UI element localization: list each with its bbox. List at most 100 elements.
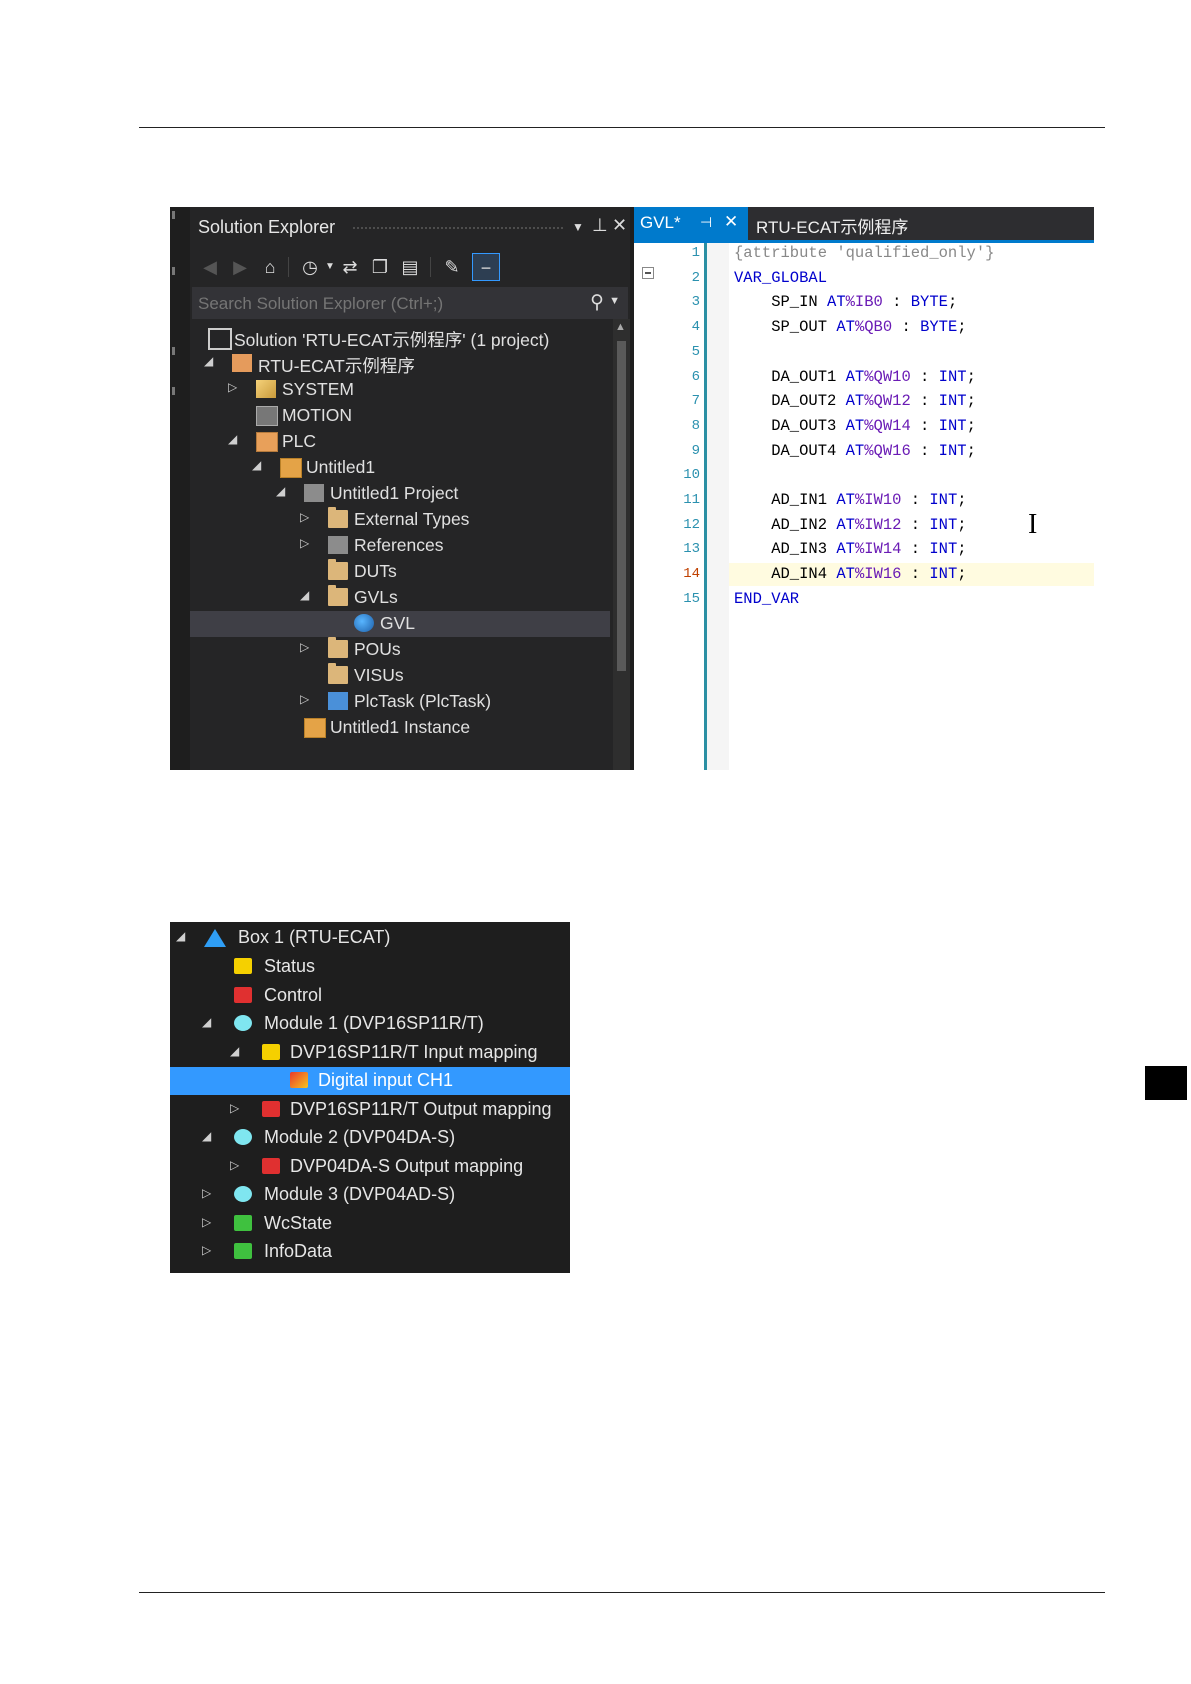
tab-pin-icon[interactable]: ⊣ <box>700 214 712 231</box>
code-line[interactable]: SP_IN AT%IB0 : BYTE; <box>734 293 957 311</box>
ide-screenshot: Solution Explorer ▼ ⊥ ✕ ◀ ▶ ⌂ ◷ ▼ ⇄ ❐ ▤ … <box>170 207 1094 770</box>
tree-item-references[interactable]: ▷ References <box>190 533 610 559</box>
collapsed-arrow-icon[interactable]: ▷ <box>230 1101 239 1115</box>
forward-icon[interactable]: ▶ <box>226 253 254 281</box>
show-all-files-icon[interactable]: ▤ <box>396 253 424 281</box>
close-icon[interactable]: ✕ <box>612 215 627 236</box>
collapsed-arrow-icon[interactable]: ▷ <box>202 1243 211 1257</box>
properties-wrench-icon[interactable]: ✎ <box>438 253 466 281</box>
code-line[interactable]: END_VAR <box>734 590 799 608</box>
home-icon[interactable]: ⌂ <box>256 253 284 281</box>
collapsed-arrow-icon[interactable]: ▷ <box>300 536 309 550</box>
tree-item-wcstate[interactable]: ▷ WcState <box>170 1210 570 1238</box>
expanded-arrow-icon[interactable]: ◢ <box>252 458 261 472</box>
collapse-region-icon[interactable] <box>642 267 654 279</box>
tree-item-visus[interactable]: VISUs <box>190 663 610 689</box>
instance-icon <box>304 718 326 738</box>
scrollbar-thumb[interactable] <box>617 341 626 671</box>
references-icon <box>328 536 348 554</box>
line-number: 10 <box>683 467 700 484</box>
tree-item-project[interactable]: ◢ RTU-ECAT示例程序 <box>190 351 610 377</box>
tree-item-module2-output-mapping[interactable]: ▷ DVP04DA-S Output mapping <box>170 1153 570 1181</box>
code-line[interactable]: SP_OUT AT%QB0 : BYTE; <box>734 318 966 336</box>
solution-tree: Solution 'RTU-ECAT示例程序' (1 project) ◢ RT… <box>190 325 610 770</box>
collapsed-arrow-icon[interactable]: ▷ <box>300 510 309 524</box>
search-input[interactable] <box>192 287 580 321</box>
tree-item-untitled1[interactable]: ◢ Untitled1 <box>190 455 610 481</box>
tree-item-module1[interactable]: ◢ Module 1 (DVP16SP11R/T) <box>170 1010 570 1038</box>
preview-selected-items-icon[interactable]: − <box>472 253 500 281</box>
tree-item-box1[interactable]: ◢ Box 1 (RTU-ECAT) <box>170 924 570 952</box>
tree-item-module2[interactable]: ◢ Module 2 (DVP04DA-S) <box>170 1124 570 1152</box>
tree-item-duts[interactable]: DUTs <box>190 559 610 585</box>
code-line[interactable]: {attribute 'qualified_only'} <box>734 244 994 262</box>
tree-item-infodata[interactable]: ▷ InfoData <box>170 1238 570 1266</box>
back-icon[interactable]: ◀ <box>196 253 224 281</box>
module-icon <box>234 1015 252 1031</box>
tree-item-module1-output-mapping[interactable]: ▷ DVP16SP11R/T Output mapping <box>170 1096 570 1124</box>
expanded-arrow-icon[interactable]: ◢ <box>300 588 309 602</box>
scroll-up-icon[interactable]: ▲ <box>615 321 626 333</box>
code-line[interactable]: DA_OUT4 AT%QW16 : INT; <box>734 442 976 460</box>
solution-explorer-toolbar: ◀ ▶ ⌂ ◷ ▼ ⇄ ❐ ▤ ✎ − <box>190 247 630 287</box>
tree-item-digital-input-ch1[interactable]: Digital input CH1 <box>170 1067 570 1095</box>
titlebar-grip <box>352 226 564 231</box>
expanded-arrow-icon[interactable]: ◢ <box>202 1015 211 1029</box>
tree-item-solution[interactable]: Solution 'RTU-ECAT示例程序' (1 project) <box>190 325 610 351</box>
tree-item-plc[interactable]: ◢ PLC <box>190 429 610 455</box>
tree-item-module3[interactable]: ▷ Module 3 (DVP04AD-S) <box>170 1181 570 1209</box>
search-options-dropdown-icon[interactable]: ▼ <box>609 295 620 307</box>
expanded-arrow-icon[interactable]: ◢ <box>176 929 185 943</box>
line-number: 13 <box>683 541 700 558</box>
output-mapping-icon <box>262 1101 280 1117</box>
expanded-arrow-icon[interactable]: ◢ <box>204 354 213 368</box>
tab-close-icon[interactable]: ✕ <box>724 212 738 232</box>
code-line[interactable]: AD_IN3 AT%IW14 : INT; <box>734 540 966 558</box>
collapsed-arrow-icon[interactable]: ▷ <box>202 1186 211 1200</box>
line-number: 1 <box>691 245 700 261</box>
tree-item-untitled1-instance[interactable]: Untitled1 Instance <box>190 715 610 741</box>
editor-margin <box>707 243 729 770</box>
window-position-dropdown-icon[interactable]: ▼ <box>572 220 584 234</box>
tree-item-untitled1-project[interactable]: ◢ Untitled1 Project <box>190 481 610 507</box>
solution-tree-scrollbar[interactable]: ▲ <box>613 319 630 770</box>
code-line[interactable]: DA_OUT1 AT%QW10 : INT; <box>734 368 976 386</box>
tree-item-plctask[interactable]: ▷ PlcTask (PlcTask) <box>190 689 610 715</box>
collapsed-arrow-icon[interactable]: ▷ <box>230 1158 239 1172</box>
code-line[interactable]: DA_OUT3 AT%QW14 : INT; <box>734 417 976 435</box>
solution-icon <box>208 328 232 350</box>
code-line[interactable]: VAR_GLOBAL <box>734 269 827 287</box>
pin-icon[interactable]: ⊥ <box>592 215 608 236</box>
tree-item-motion[interactable]: MOTION <box>190 403 610 429</box>
collapsed-arrow-icon[interactable]: ▷ <box>300 692 309 706</box>
tree-item-status[interactable]: Status <box>170 953 570 981</box>
tree-item-module1-input-mapping[interactable]: ◢ DVP16SP11R/T Input mapping <box>170 1039 570 1067</box>
tree-item-gvls[interactable]: ◢ GVLs <box>190 585 610 611</box>
collapse-all-icon[interactable]: ❐ <box>366 253 394 281</box>
device-icon <box>280 458 302 478</box>
tree-item-gvl[interactable]: GVL <box>190 611 610 637</box>
collapsed-arrow-icon[interactable]: ▷ <box>228 380 237 394</box>
code-line[interactable]: AD_IN2 AT%IW12 : INT; <box>734 516 966 534</box>
expanded-arrow-icon[interactable]: ◢ <box>230 1044 239 1058</box>
collapsed-arrow-icon[interactable]: ▷ <box>202 1215 211 1229</box>
tab-gvl[interactable]: GVL* ⊣ ✕ <box>634 207 748 240</box>
search-icon[interactable]: ⚲ <box>590 291 604 314</box>
tree-item-control[interactable]: Control <box>170 982 570 1010</box>
solution-explorer-search[interactable]: ⚲ ▼ <box>192 287 628 321</box>
line-number: 7 <box>691 393 700 410</box>
expanded-arrow-icon[interactable]: ◢ <box>202 1129 211 1143</box>
tab-rtu-ecat[interactable]: RTU-ECAT示例程序 <box>756 213 908 238</box>
expanded-arrow-icon[interactable]: ◢ <box>228 432 237 446</box>
code-line[interactable]: AD_IN4 AT%IW16 : INT; <box>734 565 966 583</box>
tree-item-pous[interactable]: ▷ POUs <box>190 637 610 663</box>
collapsed-arrow-icon[interactable]: ▷ <box>300 640 309 654</box>
sync-icon[interactable]: ⇄ <box>336 253 364 281</box>
code-line[interactable]: AD_IN1 AT%IW10 : INT; <box>734 491 966 509</box>
line-number: 9 <box>691 442 700 459</box>
expanded-arrow-icon[interactable]: ◢ <box>276 484 285 498</box>
tree-item-system[interactable]: ▷ SYSTEM <box>190 377 610 403</box>
tree-item-external-types[interactable]: ▷ External Types <box>190 507 610 533</box>
code-line[interactable]: DA_OUT2 AT%QW12 : INT; <box>734 392 976 410</box>
motion-icon <box>256 406 278 426</box>
